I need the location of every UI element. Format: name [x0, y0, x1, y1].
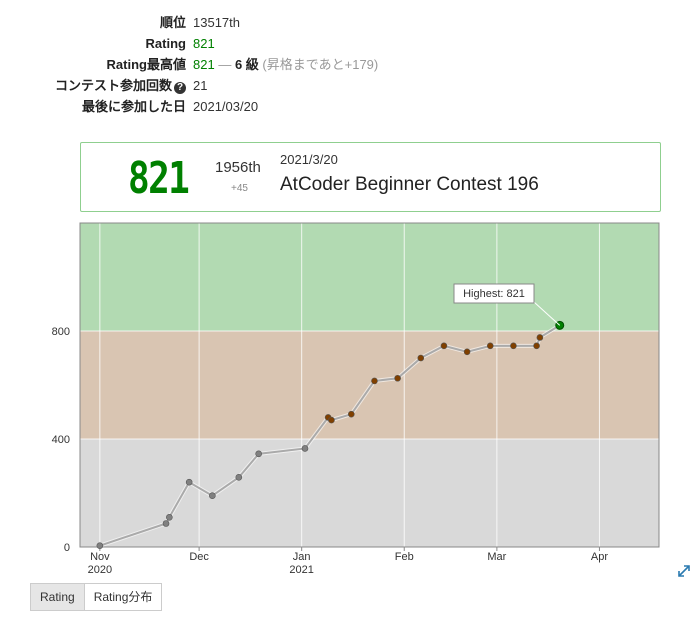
rating-point [96, 542, 104, 549]
highest-value: 821 [193, 57, 215, 72]
contest-name[interactable]: AtCoder Beginner Contest 196 [280, 174, 539, 196]
x-tick-label: Apr [591, 551, 608, 563]
highest-note: (昇格まであと+179) [262, 57, 379, 72]
contests-label-group: コンテスト参加回数? [55, 75, 186, 96]
rating-point [209, 492, 216, 500]
rating-point [486, 342, 494, 350]
rating-band [80, 223, 659, 331]
highest-row: Rating最高値 821 — 6 級 (昇格まであと+179) [0, 54, 420, 75]
contests-value: 21 [193, 78, 208, 93]
rating-point [166, 513, 173, 521]
expand-arrows-icon[interactable] [677, 564, 691, 578]
rating-band [80, 439, 659, 547]
rating-point [510, 342, 517, 350]
rating-point [348, 410, 355, 418]
x-tick-label: Nov [90, 551, 110, 563]
x-tick-sublabel: 2020 [88, 564, 112, 576]
x-tick-label: Mar [487, 551, 506, 563]
profile-info: 順位 13517th Rating 821 Rating最高値 821 — 6 … [0, 12, 420, 117]
rating-chart[interactable]: 0 400 800 Nov2020 Dec Jan2021 Feb Mar Apr Highest… [0, 218, 699, 580]
rating-point [463, 348, 471, 356]
last-contest-label: 最後に参加した日 [81, 99, 186, 114]
rating-point [371, 377, 378, 385]
rating-point [185, 478, 193, 486]
contests-row: コンテスト参加回数? 21 [0, 75, 420, 96]
highest-label: Rating最高値 [106, 57, 186, 72]
rank-row: 順位 13517th [0, 12, 420, 33]
tab-rating-distribution[interactable]: Rating分布 [83, 583, 163, 611]
chart-tabs: Rating Rating分布 [30, 583, 163, 611]
rating-row: Rating 821 [0, 33, 420, 54]
contest-rating: 821 [128, 153, 190, 204]
x-tick-label: Dec [189, 551, 209, 563]
contest-place: 1956th [215, 159, 261, 176]
x-tick-label: Jan [293, 551, 311, 563]
last-contest-value: 2021/03/20 [193, 99, 259, 114]
rating-point [533, 342, 540, 350]
x-tick-sublabel: 2021 [289, 564, 313, 576]
highest-dash: — [218, 57, 232, 72]
rating-label: Rating [145, 36, 186, 51]
rating-point [255, 450, 262, 458]
question-circle-icon[interactable]: ? [174, 82, 186, 94]
rating-point [440, 342, 448, 350]
rating-point [301, 445, 309, 452]
highest-kyu: 6 級 [234, 57, 259, 72]
y-tick-label: 0 [64, 542, 70, 554]
rating-point [394, 374, 401, 382]
rank-label: 順位 [159, 15, 186, 30]
tab-rating[interactable]: Rating [30, 583, 84, 611]
y-tick-label: 400 [52, 434, 70, 446]
rating-point [536, 334, 544, 341]
rank-value: 13517th [193, 15, 240, 30]
contest-rating-diff: +45 [231, 183, 248, 194]
selected-contest-card: 821 1956th +45 2021/3/20 AtCoder Beginne… [80, 142, 661, 212]
highest-value-group: 821 — 6 級 (昇格まであと+179) [193, 54, 378, 75]
last-contest-row: 最後に参加した日 2021/03/20 [0, 96, 420, 117]
y-tick-label: 800 [52, 326, 70, 338]
rating-point [235, 474, 243, 481]
x-tick-label: Feb [395, 551, 414, 563]
contest-date: 2021/3/20 [280, 152, 338, 167]
rating-point [162, 520, 170, 527]
rating-point [417, 354, 425, 362]
rating-point [328, 416, 335, 424]
highest-label: Highest: 821 [463, 288, 525, 300]
rating-value: 821 [193, 36, 215, 51]
contests-label: コンテスト参加回数 [54, 78, 172, 93]
